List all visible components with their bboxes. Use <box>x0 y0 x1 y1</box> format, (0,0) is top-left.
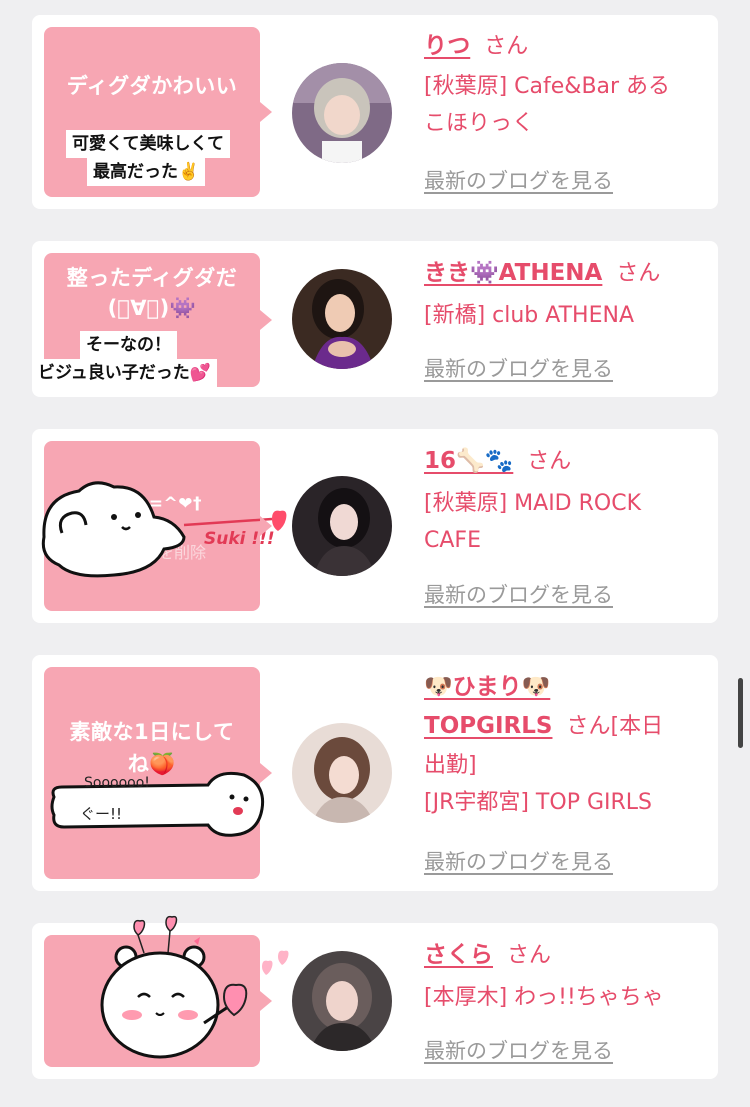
latest-blog-link[interactable]: 最新のブログを見る <box>424 846 613 876</box>
honorific: さん <box>484 34 529 59</box>
latest-blog-link[interactable]: 最新のブログを見る <box>424 579 613 609</box>
avatar[interactable] <box>292 723 392 823</box>
latest-blog-link[interactable]: 最新のブログを見る <box>424 165 613 195</box>
shop-info: [秋葉原] Cafe&Bar ある <box>424 74 671 99</box>
girl-info: 16🦴🐾 さん [秋葉原] MAID ROCK CAFE <box>424 443 714 559</box>
honorific: さん <box>566 714 611 739</box>
comment-bubble: 整ったディグダだ (ﾟ∀ﾟ)👾 そーなの！ ビジュ良い子だった💕 <box>32 253 272 387</box>
latest-blog-link[interactable]: 最新のブログを見る <box>424 1035 613 1065</box>
avatar[interactable] <box>292 476 392 576</box>
girl-info: 🐶ひまり🐶 TOPGIRLS さん[本日 出勤] [JR宇都宮] TOP GIRL… <box>424 669 714 821</box>
girl-info: さくら さん [本厚木] わっ!!ちゃちゃ <box>424 937 714 1016</box>
girl-card-5[interactable]: さくら さん [本厚木] わっ!!ちゃちゃ 最新のブログを見る <box>32 915 718 1079</box>
scrollbar[interactable] <box>738 678 743 748</box>
girl-card-2[interactable]: 整ったディグダだ (ﾟ∀ﾟ)👾 そーなの！ ビジュ良い子だった💕 きき👾ATHE… <box>32 241 718 397</box>
girl-name-link[interactable]: さくら <box>424 942 493 968</box>
girl-info: きき👾ATHENA さん [新橋] club ATHENA <box>424 255 714 334</box>
sticker-text: Soooooo! <box>84 775 150 791</box>
avatar[interactable] <box>292 63 392 163</box>
honorific: さん <box>616 261 661 286</box>
shop-info: [本厚木] わっ!!ちゃちゃ <box>424 985 664 1010</box>
avatar[interactable] <box>292 269 392 369</box>
bubble-text: 整ったディグダだ <box>66 266 238 290</box>
bubble-text: ディグダかわいい <box>66 74 238 98</box>
bear-sticker <box>41 481 186 578</box>
girl-card-1[interactable]: ディグダかわいい 可愛くて美味しくて 最高だった✌️ りつ さん [秋葉原] Ca… <box>32 15 718 209</box>
photo-caption: 可愛くて美味しくて <box>66 130 230 158</box>
honorific: さん <box>507 943 552 968</box>
shop-info: [新橋] club ATHENA <box>424 303 634 328</box>
girl-name-link[interactable]: TOPGIRLS <box>424 713 552 739</box>
girl-name-link[interactable]: 16🦴🐾 <box>424 448 513 474</box>
comment-bubble: ディグダかわいい 可愛くて美味しくて 最高だった✌️ <box>44 27 272 197</box>
photo-caption: 最高だった✌️ <box>87 158 206 186</box>
girl-name-link[interactable]: 🐶ひまり🐶 <box>424 674 550 700</box>
comment-bubble: 素敵な1日にして ね🍑 Soooooo! ぐー!! <box>44 667 272 879</box>
shop-info: [秋葉原] MAID ROCK <box>424 491 642 516</box>
latest-blog-link[interactable]: 最新のブログを見る <box>424 353 613 383</box>
honorific: さん <box>527 449 572 474</box>
bubble-text: 素敵な1日にして <box>69 720 235 744</box>
sticker-text: Suki !!! <box>204 529 275 549</box>
avatar[interactable] <box>292 951 392 1051</box>
comment-bubble <box>44 915 289 1067</box>
bear-hearts-sticker <box>100 915 289 1059</box>
shop-info: CAFE <box>424 528 481 553</box>
bubble-text: (ﾟ∀ﾟ)👾 <box>107 296 197 320</box>
sticker-text: ぐー!! <box>80 805 123 823</box>
girl-info: りつ さん [秋葉原] Cafe&Bar ある こほりっく <box>424 28 714 142</box>
girl-card-3[interactable]: ~=^❤† ジを削除 Suki !!! 16🦴🐾 さん [秋葉原] MAID RO… <box>32 429 718 623</box>
shift-status: [本日 <box>610 714 664 739</box>
shop-info: こほりっく <box>424 111 535 136</box>
girl-card-4[interactable]: 素敵な1日にして ね🍑 Soooooo! ぐー!! 🐶ひまり🐶 TOPGIRLS… <box>32 655 718 891</box>
girl-name-link[interactable]: きき👾ATHENA <box>424 260 602 286</box>
comment-bubble: ~=^❤† ジを削除 Suki !!! <box>41 441 287 611</box>
girl-name-link[interactable]: りつ <box>424 33 470 59</box>
photo-caption: そーなの！ <box>80 331 177 359</box>
shop-info: [JR宇都宮] TOP GIRLS <box>424 790 652 815</box>
photo-caption: ビジュ良い子だった💕 <box>32 359 217 387</box>
shift-status: 出勤] <box>424 753 477 778</box>
